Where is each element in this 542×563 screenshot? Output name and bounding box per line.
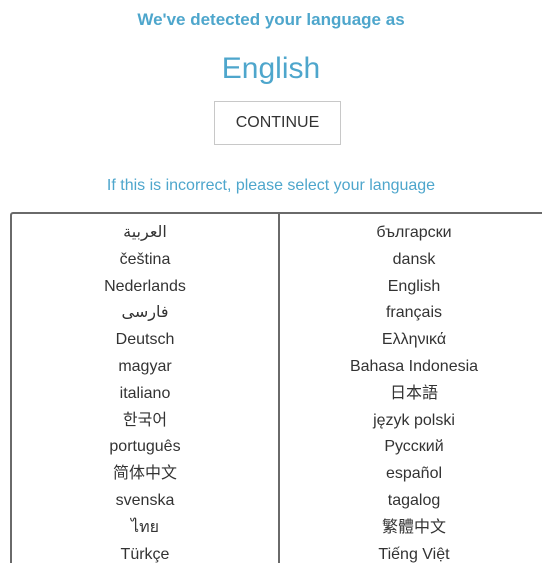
language-list: العربية čeština Nederlands فارسی Deutsch magy… bbox=[10, 212, 542, 563]
language-option[interactable]: Русский bbox=[280, 434, 542, 461]
language-option[interactable]: 繁體中文 bbox=[280, 515, 542, 542]
language-list-right-column: български dansk English français Ελληνικά Bah… bbox=[280, 220, 542, 563]
language-option[interactable]: ไทย bbox=[12, 515, 278, 542]
language-option[interactable]: فارسی bbox=[12, 300, 278, 327]
language-option[interactable]: magyar bbox=[12, 354, 278, 381]
language-option[interactable]: Türkçe bbox=[12, 542, 278, 563]
detected-language-name: English bbox=[221, 52, 321, 85]
language-option[interactable]: български bbox=[280, 220, 542, 247]
language-option[interactable]: język polski bbox=[280, 408, 542, 435]
language-option[interactable]: čeština bbox=[12, 247, 278, 274]
language-option[interactable]: Ελληνικά bbox=[280, 327, 542, 354]
language-list-left-column: العربية čeština Nederlands فارسی Deutsch magy… bbox=[12, 220, 278, 563]
language-option[interactable]: español bbox=[280, 461, 542, 488]
language-option[interactable]: dansk bbox=[280, 247, 542, 274]
language-selection-page: We've detected your language as English … bbox=[0, 0, 542, 563]
language-option[interactable]: Tiếng Việt bbox=[280, 542, 542, 563]
language-option[interactable]: Nederlands bbox=[12, 274, 278, 301]
language-option[interactable]: English bbox=[280, 274, 542, 301]
language-option[interactable]: português bbox=[12, 434, 278, 461]
detected-language-heading: We've detected your language as bbox=[137, 10, 405, 29]
language-option[interactable]: Bahasa Indonesia bbox=[280, 354, 542, 381]
language-option[interactable]: العربية bbox=[12, 220, 278, 247]
continue-button[interactable]: CONTINUE bbox=[214, 101, 341, 145]
select-language-prompt: If this is incorrect, please select your… bbox=[106, 177, 436, 194]
language-option[interactable]: svenska bbox=[12, 488, 278, 515]
language-option[interactable]: 한국어 bbox=[12, 408, 278, 435]
language-option[interactable]: italiano bbox=[12, 381, 278, 408]
language-option[interactable]: 日本語 bbox=[280, 381, 542, 408]
language-option[interactable]: tagalog bbox=[280, 488, 542, 515]
language-option[interactable]: Deutsch bbox=[12, 327, 278, 354]
language-option[interactable]: français bbox=[280, 300, 542, 327]
language-option[interactable]: 简体中文 bbox=[12, 461, 278, 488]
